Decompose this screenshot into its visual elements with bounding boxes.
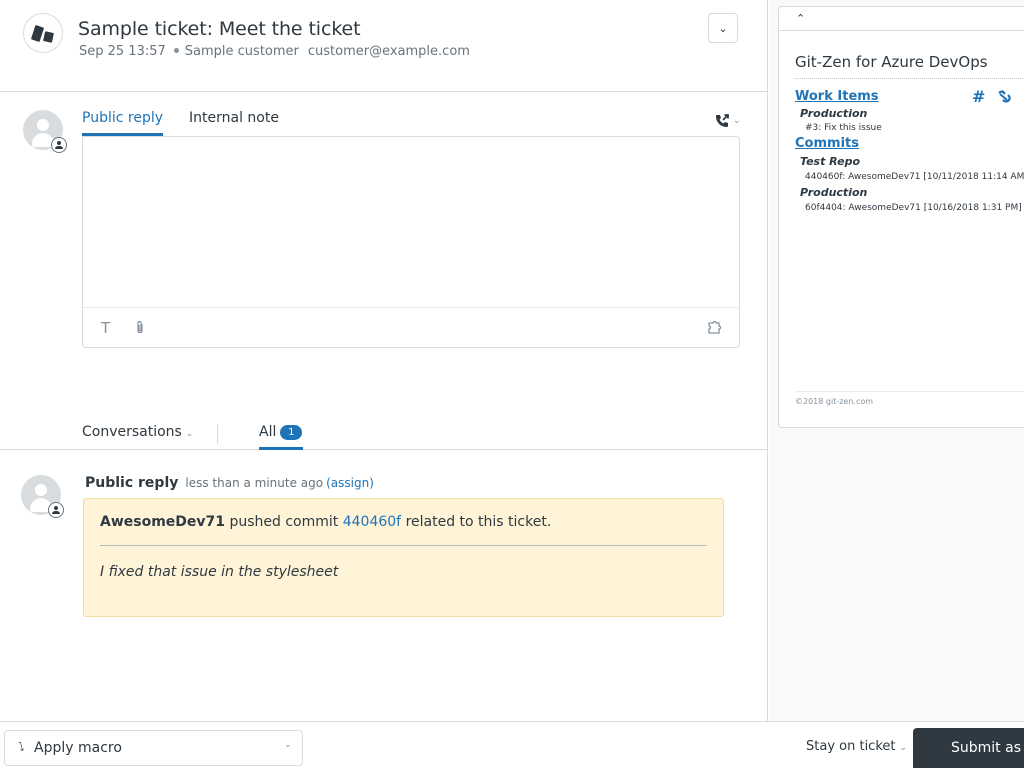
commit-action: pushed commit (229, 514, 339, 530)
ticket-footer: ⭝ Apply macro ⌄ Stay on ticket ⌄ Submit a… (0, 721, 1024, 768)
work-items-link[interactable]: Work Items (795, 89, 879, 104)
commit-item[interactable]: 440460f: AwesomeDev71 [10/11/2018 11:14 … (805, 172, 1024, 182)
chevron-down-icon: ⌄ (185, 429, 194, 439)
stay-on-ticket-dropdown[interactable]: Stay on ticket ⌄ (806, 739, 907, 754)
app-title: Git-Zen for Azure DevOps (795, 53, 988, 71)
user-badge-icon (51, 137, 67, 153)
apply-macro-select[interactable]: ⭝ Apply macro ⌄ (4, 730, 303, 766)
commit-author: AwesomeDev71 (100, 514, 226, 530)
assign-link[interactable]: (assign) (326, 476, 374, 490)
chevron-up-icon: ⌃ (796, 12, 806, 25)
filter-all-label: All (259, 424, 277, 440)
user-badge-icon (48, 502, 64, 518)
apps-sidebar: ⌃ Git-Zen for Azure DevOps Work Items # … (769, 0, 1024, 721)
submit-button[interactable]: Submit as O (913, 728, 1024, 768)
text-format-icon[interactable]: T (101, 319, 110, 337)
ticket-timestamp: Sep 25 13:57 (79, 44, 166, 59)
commit-message: AwesomeDev71 pushed commit 440460f relat… (100, 514, 551, 530)
ticket-title: Sample ticket: Meet the ticket (78, 18, 361, 40)
channel-switcher[interactable]: ⌄ (714, 113, 741, 129)
app-copyright: ©2018 git-zen.com (795, 397, 874, 406)
chevron-down-icon: ⌄ (718, 21, 728, 35)
collapse-app-button[interactable]: ⌃ (796, 12, 805, 25)
conversations-dropdown[interactable]: Conversations ⌄ (82, 424, 193, 440)
stay-label: Stay on ticket (806, 739, 896, 754)
requester-email[interactable]: customer@example.com (308, 44, 470, 59)
divider (100, 545, 707, 546)
conversations-label: Conversations (82, 424, 182, 440)
event-header: Public reply less than a minute ago (assig… (85, 475, 374, 491)
divider (795, 391, 1024, 392)
lightning-icon: ⭝ (18, 740, 25, 754)
divider (779, 30, 1024, 31)
divider (217, 424, 218, 444)
hash-icon[interactable]: # (972, 87, 985, 106)
event-time: less than a minute ago (185, 476, 324, 490)
puzzle-icon[interactable] (707, 320, 725, 336)
commits-link[interactable]: Commits (795, 136, 859, 151)
filter-all-tab[interactable]: All 1 (259, 424, 304, 450)
commit-link[interactable]: 440460f (343, 514, 401, 530)
tab-internal-note[interactable]: Internal note (189, 110, 279, 136)
separator-dot (173, 48, 179, 53)
commit-group: Production (800, 186, 868, 199)
git-zen-app-card: ⌃ Git-Zen for Azure DevOps Work Items # … (778, 6, 1024, 428)
commit-suffix: related to this ticket. (405, 514, 552, 530)
phone-outbound-icon (716, 114, 729, 127)
paperclip-icon[interactable] (134, 320, 146, 336)
ticket-main-pane: Sample ticket: Meet the ticket Sep 25 13… (0, 0, 768, 721)
ticket-meta: Sep 25 13:57 Sample customer customer@exam… (79, 44, 470, 59)
divider (795, 78, 1024, 79)
work-item[interactable]: #3: Fix this issue (805, 123, 882, 133)
requester-name[interactable]: Sample customer (185, 44, 299, 59)
submit-prefix: Submit as (951, 740, 1024, 756)
reply-textarea[interactable] (83, 137, 739, 307)
ticket-options-button[interactable]: ⌄ (708, 13, 738, 43)
commit-item[interactable]: 60f4404: AwesomeDev71 [10/16/2018 1:31 P… (805, 203, 1022, 213)
chevron-down-icon: ⌄ (733, 116, 741, 126)
link-icon[interactable] (995, 89, 1013, 105)
conversation-filters: Conversations ⌄ All 1 (0, 420, 768, 450)
reply-composer: T (82, 136, 740, 348)
event-type: Public reply (85, 475, 179, 491)
composer-toolbar: T (83, 307, 739, 348)
chevron-down-icon: ⌄ (899, 743, 908, 753)
count-badge: 1 (280, 425, 303, 440)
ticket-header: Sample ticket: Meet the ticket Sep 25 13… (0, 0, 768, 92)
chevron-down-icon: ⌄ (284, 740, 292, 750)
commit-note: I fixed that issue in the stylesheet (100, 564, 339, 580)
commit-group: Test Repo (800, 155, 860, 168)
zendesk-logo (23, 13, 63, 53)
event-comment: AwesomeDev71 pushed commit 440460f relat… (83, 498, 724, 617)
macro-label: Apply macro (34, 740, 122, 756)
composer-tabs: Public reply Internal note (82, 110, 279, 136)
tab-public-reply[interactable]: Public reply (82, 110, 164, 136)
work-item-group: Production (800, 107, 868, 120)
